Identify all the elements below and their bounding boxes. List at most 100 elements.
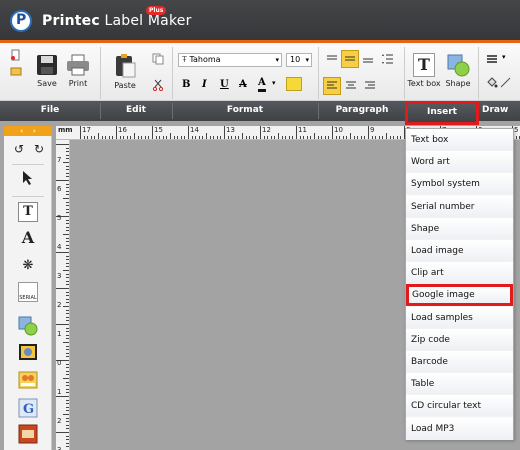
ruler-tick bbox=[66, 356, 69, 358]
italic-button[interactable]: I bbox=[202, 79, 207, 90]
symbol-tool-button[interactable]: ❋ bbox=[18, 256, 38, 276]
font-size-value: 10 bbox=[290, 55, 301, 64]
menu-item-word-art[interactable]: Word art bbox=[406, 151, 513, 173]
menu-item-load-image[interactable]: Load image bbox=[406, 240, 513, 262]
ruler-tick bbox=[227, 136, 229, 139]
word-art-tool-button[interactable]: A bbox=[18, 228, 38, 248]
font-size-select[interactable]: 10 ▾ bbox=[286, 53, 312, 67]
menu-item-table[interactable]: Table bbox=[406, 373, 513, 395]
shape-button[interactable]: Shape bbox=[444, 53, 472, 88]
ruler-label: 15 bbox=[154, 126, 163, 134]
ruler-tick bbox=[66, 223, 69, 225]
ruler-tick bbox=[389, 136, 391, 139]
align-center-icon[interactable] bbox=[345, 80, 357, 92]
menu-item-load-mp3[interactable]: Load MP3 bbox=[406, 418, 513, 440]
google-image-tool-button[interactable]: G bbox=[18, 398, 38, 418]
ruler-tick bbox=[63, 342, 69, 343]
toolbar-collapse-handle[interactable]: ‹ › bbox=[4, 126, 52, 136]
shape-icon bbox=[18, 316, 38, 336]
ruler-tick bbox=[371, 136, 373, 139]
app-window: Printec Label Maker Plus Save Print bbox=[0, 0, 520, 450]
align-left-button[interactable] bbox=[323, 77, 341, 95]
menu-item-serial-number[interactable]: Serial number bbox=[406, 196, 513, 218]
text-box-button[interactable]: T Text box bbox=[406, 53, 442, 88]
font-color-button[interactable]: A bbox=[258, 77, 266, 92]
cut-icon[interactable] bbox=[152, 79, 164, 91]
highlight-color-button[interactable] bbox=[286, 77, 302, 91]
load-samples-tool-button[interactable] bbox=[18, 424, 38, 444]
paste-button[interactable]: Paste bbox=[110, 53, 140, 90]
open-file-icon[interactable] bbox=[10, 65, 22, 77]
ruler-tick bbox=[66, 316, 69, 318]
group-file[interactable]: File bbox=[0, 105, 100, 115]
ruler-label: 16 bbox=[118, 126, 127, 134]
svg-text:G: G bbox=[23, 402, 34, 417]
ruler-tick bbox=[66, 331, 69, 333]
underline-button[interactable]: U bbox=[220, 79, 229, 90]
ruler-label: 2 bbox=[57, 417, 62, 425]
serial-tool-button[interactable]: SERIAL bbox=[18, 282, 38, 302]
menu-item-load-samples[interactable]: Load samples bbox=[406, 307, 513, 329]
ruler-tick bbox=[87, 136, 89, 139]
select-pointer-button[interactable] bbox=[18, 170, 38, 190]
ruler-tick bbox=[249, 136, 251, 139]
text-box-label: Text box bbox=[407, 79, 441, 88]
ruler-tick bbox=[342, 136, 344, 139]
menu-item-google-image[interactable]: Google image bbox=[406, 284, 513, 306]
align-bottom-icon[interactable] bbox=[362, 53, 374, 65]
align-middle-button[interactable] bbox=[341, 50, 359, 68]
new-file-icon[interactable] bbox=[10, 49, 22, 61]
save-button[interactable]: Save bbox=[34, 53, 60, 88]
ruler-tick bbox=[66, 406, 69, 408]
ruler-tick bbox=[66, 367, 69, 369]
fill-bucket-icon[interactable] bbox=[486, 77, 498, 89]
ruler-tick bbox=[56, 180, 69, 181]
ruler-tick bbox=[66, 349, 69, 351]
group-draw[interactable]: Draw bbox=[482, 105, 520, 115]
ruler-tick bbox=[66, 165, 69, 167]
font-name-select[interactable]: Ŧ Tahoma ▾ bbox=[178, 53, 282, 67]
menu-item-cd-circular-text[interactable]: CD circular text bbox=[406, 395, 513, 417]
menu-item-shape[interactable]: Shape bbox=[406, 218, 513, 240]
ruler-tick bbox=[396, 136, 398, 139]
text-tool-button[interactable]: T bbox=[18, 202, 38, 222]
menu-item-clip-art[interactable]: Clip art bbox=[406, 262, 513, 284]
ruler-tick bbox=[234, 136, 236, 139]
group-edit[interactable]: Edit bbox=[100, 105, 172, 115]
group-format[interactable]: Format bbox=[172, 105, 318, 115]
chevron-down-icon[interactable]: ▾ bbox=[272, 79, 276, 87]
group-insert[interactable]: Insert bbox=[405, 101, 479, 125]
undo-button[interactable]: ↺ bbox=[9, 142, 29, 162]
menu-item-symbol-system[interactable]: Symbol system bbox=[406, 173, 513, 195]
chevron-down-icon[interactable]: ▾ bbox=[502, 53, 506, 61]
menu-item-text-box[interactable]: Text box bbox=[406, 129, 513, 151]
redo-button[interactable]: ↻ bbox=[29, 142, 49, 162]
print-button[interactable]: Print bbox=[64, 53, 92, 88]
ruler-tick bbox=[375, 136, 377, 139]
ruler-tick bbox=[101, 136, 103, 139]
ruler-tick bbox=[56, 432, 69, 433]
strikethrough-button[interactable]: A bbox=[239, 79, 247, 90]
ruler-tick bbox=[328, 136, 330, 139]
line-color-icon[interactable] bbox=[500, 77, 512, 89]
bold-button[interactable]: B bbox=[182, 79, 190, 90]
ruler-tick bbox=[350, 133, 351, 139]
line-style-icon[interactable] bbox=[486, 53, 498, 65]
ruler-tick bbox=[66, 424, 69, 426]
align-right-icon[interactable] bbox=[364, 80, 376, 92]
menu-item-zip-code[interactable]: Zip code bbox=[406, 329, 513, 351]
align-top-icon[interactable] bbox=[326, 53, 338, 65]
menu-item-barcode[interactable]: Barcode bbox=[406, 351, 513, 373]
load-image-tool-button[interactable] bbox=[18, 342, 38, 362]
ruler-tick bbox=[119, 136, 121, 139]
ruler-tick bbox=[216, 136, 218, 139]
ruler-tick bbox=[63, 414, 69, 415]
shape-tool-button[interactable] bbox=[18, 316, 38, 336]
ruler-tick bbox=[278, 133, 279, 139]
ruler-tick bbox=[66, 212, 69, 214]
group-paragraph[interactable]: Paragraph bbox=[318, 105, 406, 115]
ruler-tick bbox=[108, 136, 110, 139]
line-spacing-icon[interactable] bbox=[382, 53, 394, 65]
clip-art-tool-button[interactable] bbox=[18, 370, 38, 390]
copy-icon[interactable] bbox=[152, 53, 164, 65]
